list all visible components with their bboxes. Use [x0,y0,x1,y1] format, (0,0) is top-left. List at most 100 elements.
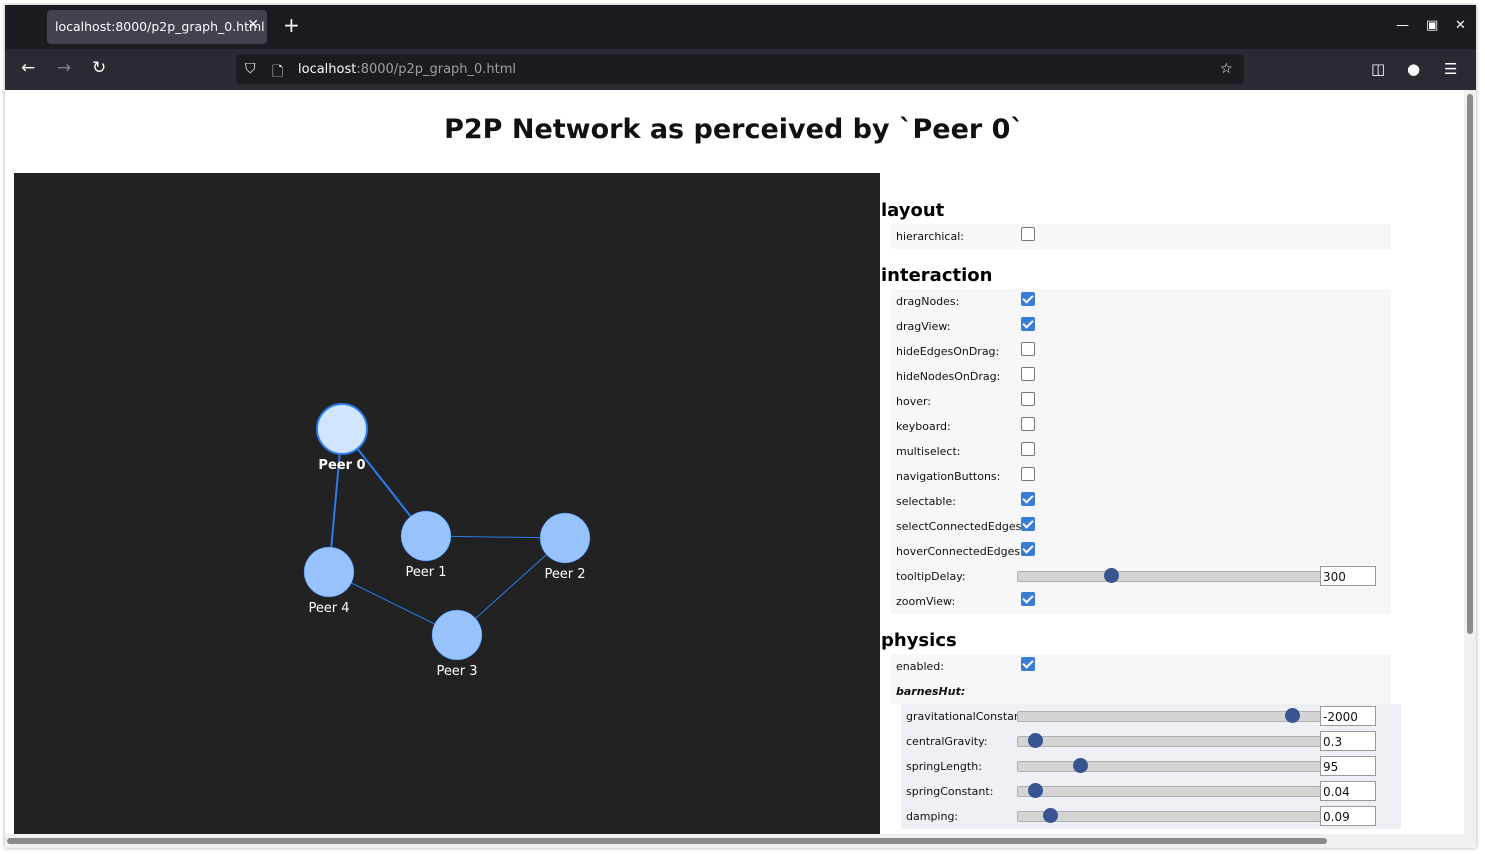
active-tab[interactable]: localhost:8000/p2p_graph_0.html ✕ [47,10,267,44]
option-row: hideNodesOnDrag: [891,364,1391,389]
option-label: hideNodesOnDrag: [896,370,1001,383]
new-tab-icon[interactable]: + [283,15,300,35]
option-label: springLength: [906,760,982,773]
option-checkbox[interactable] [1021,517,1035,531]
option-value-input[interactable]: 0.3 [1320,731,1376,751]
option-label: barnesHut: [896,685,966,698]
minimize-icon[interactable]: — [1396,18,1409,33]
close-tab-icon[interactable]: ✕ [247,17,259,33]
option-label: multiselect: [896,445,961,458]
scrollbar-thumb[interactable] [1467,94,1473,634]
page-content: P2P Network as perceived by `Peer 0` Pee… [5,90,1463,834]
network-graph-svg[interactable]: Peer 0 Peer 1 Peer 2 Peer 3 Peer 4 [14,173,880,834]
option-row: dragView: [891,314,1391,339]
option-checkbox[interactable] [1021,392,1035,406]
slider-knob[interactable] [1284,708,1300,723]
node-peer1[interactable] [400,510,452,562]
node-label: Peer 0 [318,458,365,473]
option-slider[interactable] [1017,808,1321,823]
forward-icon[interactable]: → [57,60,71,77]
option-label: enabled: [896,660,944,673]
option-label: hierarchical: [896,230,964,243]
url-bar[interactable]: ⛉ 🗋 localhost:8000/p2p_graph_0.html ☆ [236,54,1244,84]
page-icon[interactable]: 🗋 [272,61,283,85]
option-zoomView: zoomView: [891,589,1391,614]
maximize-icon[interactable]: ▣ [1426,18,1438,33]
option-value-input[interactable]: 95 [1320,756,1376,776]
option-slider[interactable] [1017,708,1321,723]
option-row: keyboard: [891,414,1391,439]
option-value-input[interactable]: 0.04 [1320,781,1376,801]
horizontal-scrollbar[interactable] [5,834,1464,848]
tooltipDelay-input[interactable]: 300 [1320,566,1376,586]
option-row: hoverConnectedEdges: [891,539,1391,564]
tooltipDelay-slider[interactable] [1017,568,1321,583]
slider-knob[interactable] [1103,568,1119,583]
hierarchical-checkbox[interactable] [1021,227,1035,241]
pocket-icon[interactable]: ◫ [1371,60,1385,78]
option-label: tooltipDelay: [896,570,966,583]
node-peer4[interactable] [303,546,355,598]
browser-window: localhost:8000/p2p_graph_0.html ✕ + — ▣ … [5,5,1476,848]
barnesHut-group-label: barnesHut: [891,679,1391,704]
tab-title: localhost:8000/p2p_graph_0.html [55,19,265,34]
option-row: hideEdgesOnDrag: [891,339,1391,364]
back-icon[interactable]: ← [21,60,35,77]
slider-row: centralGravity: 0.3 [901,729,1401,754]
option-label: navigationButtons: [896,470,1001,483]
option-label: gravitationalConstant: [906,710,1029,723]
option-slider[interactable] [1017,758,1321,773]
option-label: dragView: [896,320,951,333]
config-panel: layout hierarchical: interaction dragNod… [881,198,1441,829]
option-value-input[interactable]: 0.09 [1320,806,1376,826]
option-slider[interactable] [1017,783,1321,798]
tab-strip: localhost:8000/p2p_graph_0.html ✕ + — ▣ … [5,5,1476,49]
option-label: springConstant: [906,785,994,798]
node-label: Peer 1 [405,565,446,580]
url-text[interactable]: localhost:8000/p2p_graph_0.html [298,62,516,77]
enabled-checkbox[interactable] [1021,657,1035,671]
option-hierarchical: hierarchical: [891,224,1391,249]
option-checkbox[interactable] [1021,292,1035,306]
node-peer2[interactable] [539,512,591,564]
option-checkbox[interactable] [1021,417,1035,431]
slider-knob[interactable] [1028,733,1044,748]
option-checkbox[interactable] [1021,317,1035,331]
node-label: Peer 2 [544,567,585,582]
network-graph-canvas[interactable]: Peer 0 Peer 1 Peer 2 Peer 3 Peer 4 [14,173,880,834]
option-checkbox[interactable] [1021,467,1035,481]
close-window-icon[interactable]: ✕ [1455,18,1466,33]
option-checkbox[interactable] [1021,342,1035,356]
option-label: selectable: [896,495,956,508]
vertical-scrollbar[interactable] [1464,90,1476,848]
slider-knob[interactable] [1073,758,1089,773]
node-peer0[interactable] [316,403,368,455]
node-peer3[interactable] [431,609,483,661]
account-avatar-icon[interactable]: ● [1407,60,1420,78]
option-row: selectable: [891,489,1391,514]
reload-icon[interactable]: ↻ [92,60,106,77]
slider-row: damping: 0.09 [901,804,1401,829]
slider-knob[interactable] [1043,808,1059,823]
option-label: hoverConnectedEdges: [896,545,1024,558]
option-checkbox[interactable] [1021,542,1035,556]
option-row: dragNodes: [891,289,1391,314]
scrollbar-thumb[interactable] [7,838,1327,844]
option-checkbox[interactable] [1021,442,1035,456]
slider-row: springLength: 95 [901,754,1401,779]
bookmark-star-icon[interactable]: ☆ [1220,61,1233,77]
menu-icon[interactable]: ☰ [1444,60,1457,78]
interaction-header: interaction [881,265,993,286]
option-enabled: enabled: [891,654,1391,679]
option-checkbox[interactable] [1021,492,1035,506]
shield-icon[interactable]: ⛉ [245,61,256,77]
slider-knob[interactable] [1028,783,1044,798]
option-label: dragNodes: [896,295,960,308]
zoomView-checkbox[interactable] [1021,592,1035,606]
navigation-bar: ← → ↻ ⛉ 🗋 localhost:8000/p2p_graph_0.htm… [5,49,1476,90]
layout-header: layout [881,200,945,221]
option-checkbox[interactable] [1021,367,1035,381]
option-slider[interactable] [1017,733,1321,748]
slider-row: springConstant: 0.04 [901,779,1401,804]
option-value-input[interactable]: -2000 [1320,706,1376,726]
